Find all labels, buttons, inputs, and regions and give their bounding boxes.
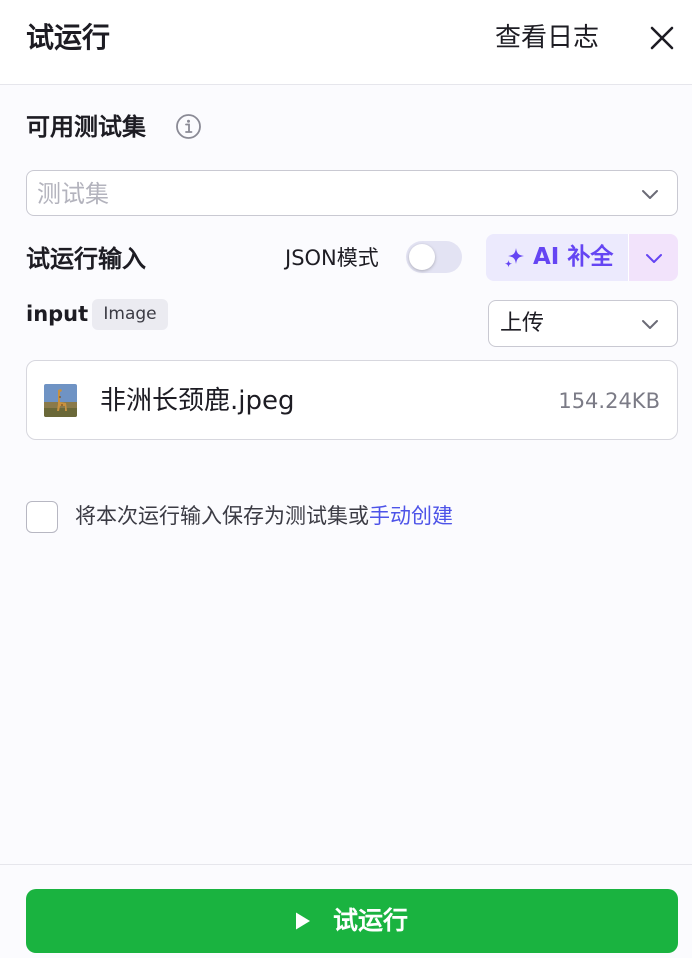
info-icon[interactable] [175,113,202,140]
ai-complete-dropdown[interactable] [629,234,678,281]
run-button[interactable]: 试运行 [26,889,678,953]
test-run-panel: 试运行 查看日志 可用测试集 测试集 试运行输入 JSON模式 AI 补全 in… [0,0,692,958]
ai-complete-label: AI 补全 [533,244,614,270]
save-as-testset-checkbox[interactable] [26,501,58,533]
panel-header: 试运行 查看日志 [0,0,692,85]
chevron-down-icon [639,183,661,205]
chevron-down-icon [639,313,661,335]
giraffe-image-thumbnail [44,384,77,417]
testset-select[interactable]: 测试集 [26,170,678,216]
testset-placeholder: 测试集 [37,180,109,208]
run-button-label: 试运行 [333,906,409,935]
uploaded-file-card[interactable]: 非洲长颈鹿.jpeg 154.24KB [26,360,678,440]
type-badge: Image [92,299,168,330]
panel-title: 试运行 [26,21,111,54]
json-mode-toggle[interactable] [406,241,462,273]
save-as-testset-label: 将本次运行输入保存为测试集或 [75,504,369,528]
source-select[interactable]: 上传 [488,300,678,347]
close-icon[interactable] [646,22,678,54]
view-logs-link[interactable]: 查看日志 [495,20,599,56]
ai-complete-button[interactable]: AI 补全 [486,234,628,281]
play-icon [294,911,312,931]
chevron-down-icon [643,247,665,269]
source-select-value: 上传 [500,311,545,336]
file-name: 非洲长颈鹿.jpeg [100,386,295,416]
json-mode-label: JSON模式 [285,246,379,270]
save-as-testset-text: 将本次运行输入保存为测试集或手动创建 [75,500,453,532]
sparkle-icon [502,245,528,271]
footer-divider [0,864,692,865]
field-name: input [26,302,89,326]
toggle-knob [409,244,435,270]
manual-create-link[interactable]: 手动创建 [369,504,453,528]
file-size: 154.24KB [558,389,660,413]
run-input-label: 试运行输入 [26,245,146,273]
testset-label: 可用测试集 [26,113,146,141]
